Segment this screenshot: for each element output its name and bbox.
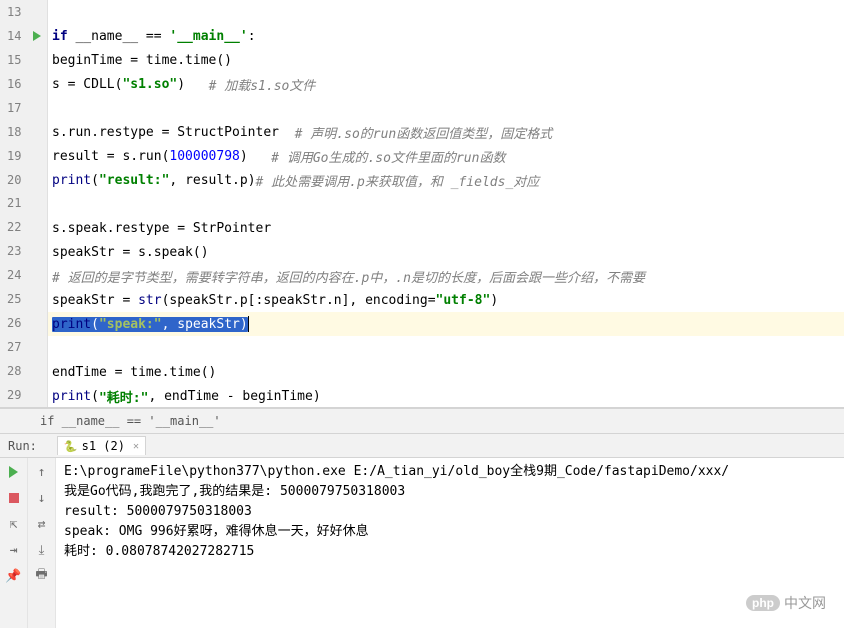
code-line[interactable]: s.speak.restype = StrPointer <box>48 216 844 240</box>
layout-icon[interactable]: ⇥ <box>6 542 22 558</box>
line-number: 24 <box>0 268 27 282</box>
code-line[interactable]: print("speak:", speakStr) <box>48 312 844 336</box>
line-number: 21 <box>0 196 27 210</box>
line-number: 18 <box>0 125 27 139</box>
code-line[interactable]: endTime = time.time() <box>48 360 844 384</box>
run-tool-window: Run: 🐍 s1 (2) ✕ ⇱ ⇥ 📌 ↑ ↓ ⇄ ⤓ 🖶 E:\progr… <box>0 434 844 628</box>
run-label: Run: <box>8 439 37 453</box>
run-toolbar-primary: ⇱ ⇥ 📌 <box>0 458 28 628</box>
close-icon[interactable]: ✕ <box>133 441 139 452</box>
line-number: 23 <box>0 244 27 258</box>
console-line: result: 5000079750318003 <box>64 502 836 522</box>
exit-icon[interactable]: ⇱ <box>6 516 22 532</box>
code-line[interactable]: s.run.restype = StructPointer # 声明.so的ru… <box>48 120 844 144</box>
line-number: 16 <box>0 77 27 91</box>
run-toolbar-secondary: ↑ ↓ ⇄ ⤓ 🖶 <box>28 458 56 628</box>
code-line[interactable]: s = CDLL("s1.so") # 加载s1.so文件 <box>48 72 844 96</box>
php-badge: php <box>746 595 780 611</box>
console-line: 我是Go代码,我跑完了,我的结果是: 5000079750318003 <box>64 482 836 502</box>
breadcrumb[interactable]: if __name__ == '__main__' <box>0 408 844 434</box>
wrap-icon[interactable]: ⇄ <box>34 516 50 532</box>
up-icon[interactable]: ↑ <box>34 464 50 480</box>
gutter: 13 14 15 16 17 18 19 20 21 22 23 24 25 2… <box>0 0 48 407</box>
code-line[interactable] <box>48 96 844 120</box>
watermark: php 中文网 <box>746 593 826 613</box>
code-line[interactable]: beginTime = time.time() <box>48 48 844 72</box>
code-line[interactable]: speakStr = str(speakStr.p[:speakStr.n], … <box>48 288 844 312</box>
code-line[interactable]: speakStr = s.speak() <box>48 240 844 264</box>
down-icon[interactable]: ↓ <box>34 490 50 506</box>
pin-icon[interactable]: 📌 <box>6 568 22 584</box>
code-line[interactable]: result = s.run(100000798) # 调用Go生成的.so文件… <box>48 144 844 168</box>
run-gutter-icon <box>33 31 41 41</box>
run-header: Run: 🐍 s1 (2) ✕ <box>0 434 844 458</box>
line-number: 25 <box>0 292 27 306</box>
code-area[interactable]: if __name__ == '__main__': beginTime = t… <box>48 0 844 407</box>
line-number: 27 <box>0 340 27 354</box>
line-number: 19 <box>0 149 27 163</box>
python-icon: 🐍 <box>64 440 78 453</box>
line-number: 26 <box>0 316 27 330</box>
breadcrumb-text: if __name__ == '__main__' <box>40 414 221 428</box>
line-number: 20 <box>0 173 27 187</box>
code-line[interactable] <box>48 192 844 216</box>
line-number: 14 <box>0 29 27 43</box>
line-number: 29 <box>0 388 27 402</box>
text-selection: print("speak:", speakStr) <box>52 317 248 332</box>
line-number: 28 <box>0 364 27 378</box>
run-body: ⇱ ⇥ 📌 ↑ ↓ ⇄ ⤓ 🖶 E:\programeFile\python37… <box>0 458 844 628</box>
console-line: speak: OMG 996好累呀，难得休息一天，好好休息 <box>64 522 836 542</box>
console-line: 耗时: 0.08078742027282715 <box>64 542 836 562</box>
code-line[interactable]: if __name__ == '__main__': <box>48 24 844 48</box>
editor-area: 13 14 15 16 17 18 19 20 21 22 23 24 25 2… <box>0 0 844 408</box>
code-line[interactable]: print("result:", result.p)# 此处需要调用.p来获取值… <box>48 168 844 192</box>
print-icon[interactable]: 🖶 <box>34 568 50 584</box>
line-number: 13 <box>0 5 27 19</box>
line-number: 15 <box>0 53 27 67</box>
code-line[interactable] <box>48 336 844 360</box>
gutter-icon-slot[interactable] <box>27 31 47 41</box>
console-line: E:\programeFile\python377\python.exe E:/… <box>64 462 836 482</box>
code-line[interactable]: # 返回的是字节类型，需要转字符串，返回的内容在.p中，.n是切的长度，后面会跟… <box>48 264 844 288</box>
run-tab-label: s1 (2) <box>82 439 125 453</box>
code-line[interactable]: print("耗时:", endTime - beginTime) <box>48 384 844 408</box>
line-number: 22 <box>0 220 27 234</box>
line-number: 17 <box>0 101 27 115</box>
run-tab[interactable]: 🐍 s1 (2) ✕ <box>57 436 146 455</box>
text-caret <box>248 316 249 332</box>
code-line[interactable] <box>48 0 844 24</box>
stop-icon[interactable] <box>6 490 22 506</box>
rerun-icon[interactable] <box>6 464 22 480</box>
console-output[interactable]: E:\programeFile\python377\python.exe E:/… <box>56 458 844 628</box>
watermark-text: 中文网 <box>784 593 826 613</box>
scroll-icon[interactable]: ⤓ <box>34 542 50 558</box>
